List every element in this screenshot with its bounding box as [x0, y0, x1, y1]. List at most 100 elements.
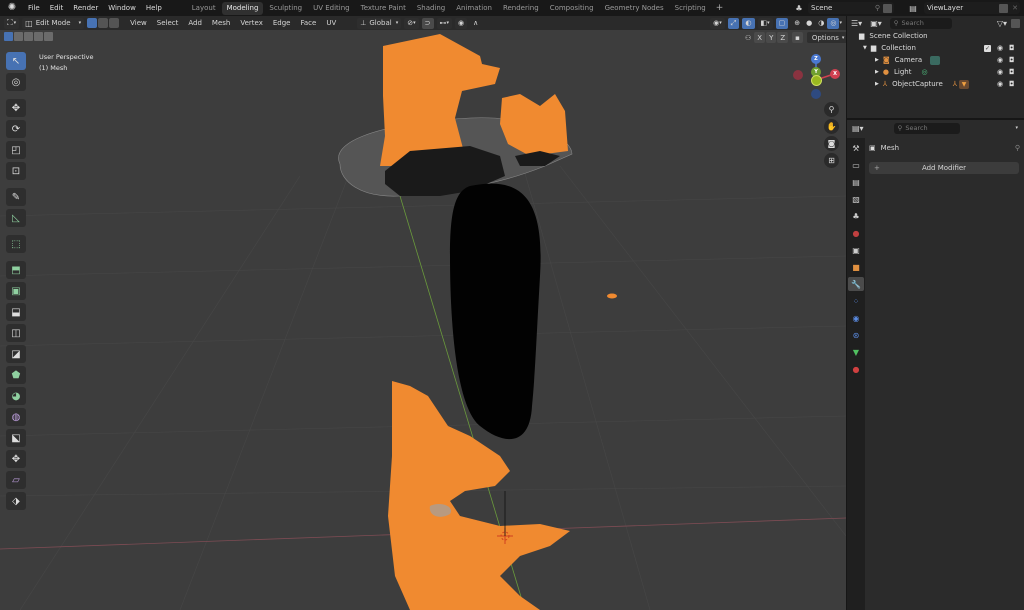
snap-target-dropdown[interactable]: ⊷ ▾ — [436, 17, 453, 29]
visibility-eye-icon[interactable]: ◉ — [997, 56, 1003, 64]
gizmo-toggle[interactable]: ⤢ — [727, 17, 740, 29]
tool-shear[interactable]: ▱ — [6, 471, 26, 489]
tab-scripting[interactable]: Scripting — [670, 2, 711, 15]
outliner-light[interactable]: ▶ ● Light ◎ ◉ ◘ — [847, 66, 1024, 78]
properties-editor-type-icon[interactable]: ▤▾ — [852, 124, 864, 133]
menu-edit[interactable]: Edit — [45, 0, 69, 16]
tab-compositing[interactable]: Compositing — [545, 2, 599, 15]
tab-shading[interactable]: Shading — [412, 2, 450, 15]
tool-knife[interactable]: ◪ — [6, 345, 26, 363]
tab-object[interactable]: ■ — [848, 260, 864, 274]
tab-view-layer[interactable]: ▧ — [848, 192, 864, 206]
tool-add-cube[interactable]: ⬚ — [6, 235, 26, 253]
tool-inset[interactable]: ▣ — [6, 282, 26, 300]
visibility-eye-icon[interactable]: ◉ — [997, 44, 1003, 52]
tab-scene[interactable]: ♣ — [848, 209, 864, 223]
menu-add[interactable]: Add — [183, 19, 207, 27]
tab-data[interactable]: ▼ — [848, 345, 864, 359]
menu-help[interactable]: Help — [141, 0, 167, 16]
transform-orientation-dropdown[interactable]: ⊥ Global ▾ — [357, 17, 402, 29]
tab-uv-editing[interactable]: UV Editing — [308, 2, 355, 15]
options-dropdown[interactable]: Options ▾ — [806, 32, 846, 43]
expand-arrow-icon[interactable]: ▶ — [875, 81, 879, 87]
tool-measure[interactable]: ◺ — [6, 209, 26, 227]
view-layer-icon[interactable]: ▤ — [906, 2, 920, 14]
tab-material[interactable]: ● — [848, 362, 864, 376]
xray-toggle[interactable]: ▢ — [775, 17, 789, 29]
menu-view[interactable]: View — [125, 19, 152, 27]
tab-render[interactable]: ▭ — [848, 158, 864, 172]
snap-toggle[interactable]: ⊃ — [421, 17, 434, 29]
navigation-gizmo[interactable]: Z X Y — [790, 50, 840, 110]
shading-dropdown[interactable]: ▾ — [839, 20, 842, 26]
tool-shrink-fatten[interactable]: ✥ — [6, 450, 26, 468]
mirror-z-button[interactable]: Z — [777, 32, 789, 43]
display-mode-icon[interactable]: ▣▾ — [870, 19, 882, 28]
tool-edge-slide[interactable]: ⬕ — [6, 429, 26, 447]
menu-mesh[interactable]: Mesh — [207, 19, 235, 27]
tool-annotate[interactable]: ✎ — [6, 188, 26, 206]
select-subtract-button[interactable] — [24, 32, 33, 41]
remove-view-layer-icon[interactable]: ✕ — [1012, 4, 1018, 12]
mirror-y-button[interactable]: Y — [766, 32, 777, 43]
tool-transform[interactable]: ⊡ — [6, 162, 26, 180]
light-data-icon[interactable]: ◎ — [921, 68, 927, 76]
outliner-scene-collection[interactable]: ▆ Scene Collection — [847, 30, 1024, 42]
add-workspace-button[interactable]: + — [712, 3, 728, 13]
overlay-toggle[interactable]: ◐ — [742, 17, 755, 29]
3d-viewport[interactable]: ⛶ ▾ ◫ Edit Mode ▾ View Select Add Mesh Ve… — [0, 16, 846, 610]
gizmo-z-axis[interactable]: Z — [811, 54, 821, 64]
vertex-select-button[interactable] — [87, 18, 98, 28]
expand-arrow-icon[interactable]: ▶ — [875, 57, 879, 63]
render-camera-icon[interactable]: ◘ — [1009, 56, 1015, 64]
tab-sculpting[interactable]: Sculpting — [264, 2, 307, 15]
select-extend-button[interactable] — [14, 32, 23, 41]
tab-layout[interactable]: Layout — [187, 2, 221, 15]
new-scene-icon[interactable] — [883, 3, 892, 13]
tab-physics[interactable]: ◉ — [848, 311, 864, 325]
material-icon[interactable]: ▼ — [959, 79, 970, 89]
face-select-button[interactable] — [109, 18, 120, 28]
exclude-checkbox[interactable]: ✓ — [984, 44, 991, 52]
editor-type-dropdown[interactable]: ⛶ ▾ — [4, 17, 20, 29]
tool-rotate[interactable]: ⟳ — [6, 120, 26, 138]
expand-arrow-icon[interactable]: ▼ — [863, 45, 867, 51]
render-camera-icon[interactable]: ◘ — [1009, 44, 1015, 52]
mirror-x-button[interactable]: X — [754, 32, 766, 43]
tab-particles[interactable]: ⁘ — [848, 294, 864, 308]
wireframe-shading-button[interactable]: ⊕ — [791, 18, 803, 29]
pin-icon[interactable]: ⚲ — [875, 4, 880, 12]
properties-search[interactable]: ⚲ Search — [893, 122, 960, 134]
pan-view-button[interactable]: ✋ — [824, 119, 839, 134]
tab-world[interactable]: ● — [848, 226, 864, 240]
tool-scale[interactable]: ◰ — [6, 141, 26, 159]
rendered-shading-button[interactable]: ◎ — [827, 17, 840, 29]
scene-icon[interactable]: ♣ — [792, 2, 806, 14]
tab-animation[interactable]: Animation — [451, 2, 497, 15]
tab-geometry-nodes[interactable]: Geometry Nodes — [600, 2, 669, 15]
tab-tool[interactable]: ⚒ — [848, 141, 864, 155]
blender-logo-icon[interactable]: ✺ — [5, 1, 19, 15]
tool-spin[interactable]: ◕ — [6, 387, 26, 405]
tab-modeling[interactable]: Modeling — [221, 1, 264, 15]
pin-icon[interactable]: ⚲ — [1015, 144, 1020, 152]
render-camera-icon[interactable]: ◘ — [1009, 68, 1015, 76]
tool-select-box[interactable]: ↖ — [6, 52, 26, 70]
tab-output[interactable]: ▤ — [848, 175, 864, 189]
tool-extrude[interactable]: ⬒ — [6, 261, 26, 279]
gizmo-neg-z[interactable] — [811, 89, 821, 99]
tab-rendering[interactable]: Rendering — [498, 2, 544, 15]
solid-shading-button[interactable]: ● — [803, 18, 815, 29]
menu-window[interactable]: Window — [103, 0, 141, 16]
select-invert-button[interactable] — [34, 32, 43, 41]
gizmo-x-axis[interactable]: X — [830, 69, 840, 79]
auto-merge-button[interactable]: ▪ — [792, 32, 803, 43]
ortho-toggle-button[interactable]: ⊞ — [824, 153, 839, 168]
proportional-edit-toggle[interactable]: ◉ — [455, 17, 468, 29]
new-view-layer-icon[interactable] — [999, 3, 1008, 13]
tab-texture-paint[interactable]: Texture Paint — [356, 2, 411, 15]
mesh-data-icon[interactable]: ⅄ — [953, 80, 957, 88]
camera-view-button[interactable]: ◙ — [824, 136, 839, 151]
tool-rip[interactable]: ⬗ — [6, 492, 26, 510]
menu-edge[interactable]: Edge — [268, 19, 296, 27]
